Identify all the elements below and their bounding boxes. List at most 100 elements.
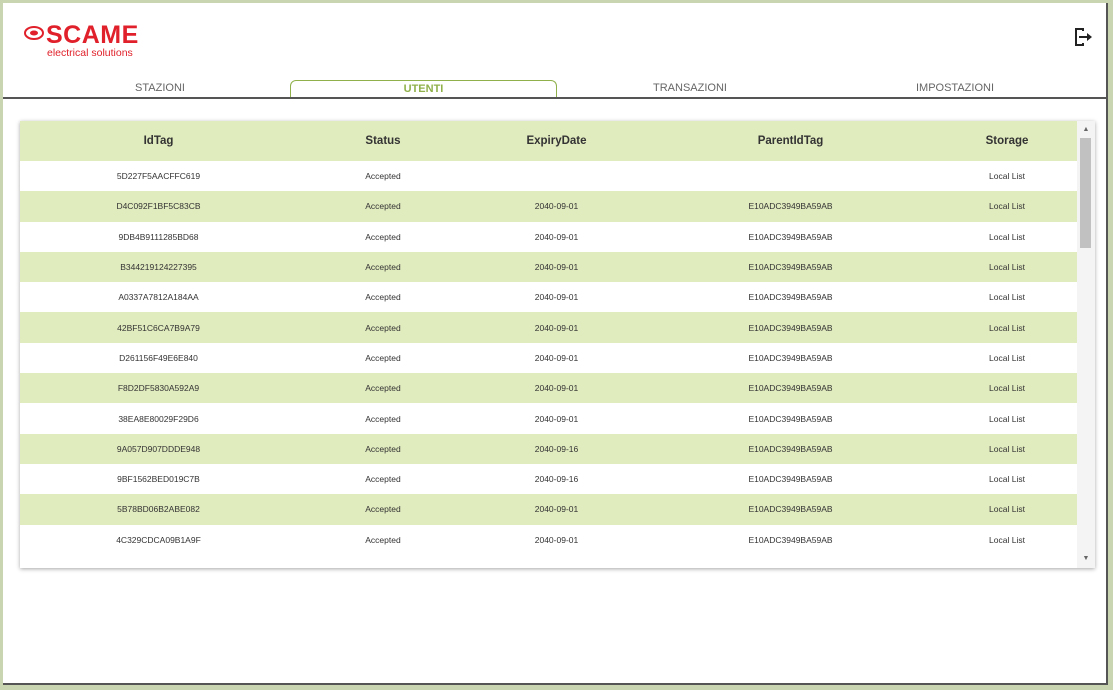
cell-expirydate: 2040-09-01 bbox=[469, 342, 644, 374]
table-row[interactable]: D4C092F1BF5C83CB Accepted 2040-09-01 E10ADC… bbox=[20, 191, 1077, 222]
brand-logo: SCAME electrical solutions bbox=[24, 21, 184, 59]
column-header-status[interactable]: Status bbox=[297, 121, 469, 161]
cell-parentidtag bbox=[644, 161, 937, 192]
cell-expirydate bbox=[469, 161, 644, 192]
cell-idtag: F8D2DF5830A592A9 bbox=[20, 373, 297, 404]
cell-storage: Local List bbox=[937, 282, 1077, 313]
cell-expirydate: 2040-09-01 bbox=[469, 403, 644, 434]
app-window: SCAME electrical solutions STAZIONI UTEN… bbox=[3, 3, 1108, 685]
cell-expirydate: 2040-09-01 bbox=[469, 251, 644, 283]
cell-idtag: B344219124227395 bbox=[20, 251, 297, 283]
cell-parentidtag: E10ADC3949BA59AB bbox=[644, 221, 937, 252]
users-table: IdTag Status ExpiryDate ParentIdTag Stor… bbox=[20, 121, 1077, 555]
cell-parentidtag: E10ADC3949BA59AB bbox=[644, 312, 937, 343]
tab-stazioni[interactable]: STAZIONI bbox=[60, 80, 260, 97]
cell-idtag: D4C092F1BF5C83CB bbox=[20, 191, 297, 222]
cell-parentidtag: E10ADC3949BA59AB bbox=[644, 191, 937, 222]
scroll-down-arrow-icon[interactable]: ▼ bbox=[1077, 552, 1095, 566]
tab-utenti[interactable]: UTENTI bbox=[290, 80, 557, 97]
cell-parentidtag: E10ADC3949BA59AB bbox=[644, 403, 937, 434]
users-table-card: IdTag Status ExpiryDate ParentIdTag Stor… bbox=[20, 121, 1095, 568]
cell-idtag: A0337A7812A184AA bbox=[20, 282, 297, 313]
logout-button[interactable] bbox=[1070, 25, 1094, 49]
cell-idtag: 9BF1562BED019C7B bbox=[20, 463, 297, 495]
cell-parentidtag: E10ADC3949BA59AB bbox=[644, 282, 937, 313]
cell-idtag: 5B78BD06B2ABE082 bbox=[20, 494, 297, 525]
column-header-storage[interactable]: Storage bbox=[937, 121, 1077, 161]
cell-status: Accepted bbox=[297, 251, 469, 283]
cell-expirydate: 2040-09-01 bbox=[469, 191, 644, 222]
table-row[interactable]: 5D227F5AACFFC619 Accepted Local List bbox=[20, 161, 1077, 192]
table-row[interactable]: A0337A7812A184AA Accepted 2040-09-01 E10ADC… bbox=[20, 282, 1077, 313]
table-header-row: IdTag Status ExpiryDate ParentIdTag Stor… bbox=[20, 121, 1077, 161]
column-header-expirydate[interactable]: ExpiryDate bbox=[469, 121, 644, 161]
cell-status: Accepted bbox=[297, 282, 469, 313]
cell-status: Accepted bbox=[297, 342, 469, 374]
scroll-up-arrow-icon[interactable]: ▲ bbox=[1077, 123, 1095, 137]
cell-storage: Local List bbox=[937, 403, 1077, 434]
column-header-parentidtag[interactable]: ParentIdTag bbox=[644, 121, 937, 161]
table-row[interactable]: 4C329CDCA09B1A9F Accepted 2040-09-01 E10ADC… bbox=[20, 524, 1077, 555]
cell-idtag: 5D227F5AACFFC619 bbox=[20, 161, 297, 192]
cell-parentidtag: E10ADC3949BA59AB bbox=[644, 463, 937, 495]
cell-parentidtag: E10ADC3949BA59AB bbox=[644, 433, 937, 464]
cell-status: Accepted bbox=[297, 312, 469, 343]
cell-status: Accepted bbox=[297, 221, 469, 252]
cell-status: Accepted bbox=[297, 524, 469, 555]
cell-storage: Local List bbox=[937, 191, 1077, 222]
brand-name: SCAME bbox=[46, 21, 139, 49]
cell-parentidtag: E10ADC3949BA59AB bbox=[644, 524, 937, 555]
cell-storage: Local List bbox=[937, 524, 1077, 555]
table-row[interactable]: 5B78BD06B2ABE082 Accepted 2040-09-01 E10ADC… bbox=[20, 494, 1077, 525]
cell-status: Accepted bbox=[297, 463, 469, 495]
scame-logo-mark-icon bbox=[24, 26, 44, 40]
scrollbar-thumb[interactable] bbox=[1080, 138, 1091, 248]
cell-idtag: 4C329CDCA09B1A9F bbox=[20, 524, 297, 555]
cell-status: Accepted bbox=[297, 373, 469, 404]
cell-idtag: 9A057D907DDDE948 bbox=[20, 433, 297, 464]
cell-expirydate: 2040-09-16 bbox=[469, 433, 644, 464]
cell-storage: Local List bbox=[937, 221, 1077, 252]
table-row[interactable]: 9DB4B9111285BD68 Accepted 2040-09-01 E10ADC… bbox=[20, 221, 1077, 252]
cell-status: Accepted bbox=[297, 494, 469, 525]
cell-expirydate: 2040-09-01 bbox=[469, 282, 644, 313]
cell-parentidtag: E10ADC3949BA59AB bbox=[644, 251, 937, 283]
cell-parentidtag: E10ADC3949BA59AB bbox=[644, 494, 937, 525]
column-header-idtag[interactable]: IdTag bbox=[20, 121, 297, 161]
brand-tagline: electrical solutions bbox=[47, 47, 133, 59]
tab-impostazioni[interactable]: IMPOSTAZIONI bbox=[855, 80, 1055, 97]
table-row[interactable]: F8D2DF5830A592A9 Accepted 2040-09-01 E10ADC… bbox=[20, 373, 1077, 404]
main-tabs: STAZIONI UTENTI TRANSAZIONI IMPOSTAZIONI bbox=[3, 80, 1106, 99]
cell-expirydate: 2040-09-01 bbox=[469, 494, 644, 525]
table-row[interactable]: B344219124227395 Accepted 2040-09-01 E10ADC… bbox=[20, 251, 1077, 283]
cell-parentidtag: E10ADC3949BA59AB bbox=[644, 373, 937, 404]
cell-expirydate: 2040-09-01 bbox=[469, 373, 644, 404]
cell-storage: Local List bbox=[937, 312, 1077, 343]
table-row[interactable]: 42BF51C6CA7B9A79 Accepted 2040-09-01 E10ADC… bbox=[20, 312, 1077, 343]
cell-expirydate: 2040-09-01 bbox=[469, 524, 644, 555]
logout-icon bbox=[1075, 28, 1092, 46]
table-row[interactable]: D261156F49E6E840 Accepted 2040-09-01 E10ADC… bbox=[20, 342, 1077, 374]
cell-idtag: D261156F49E6E840 bbox=[20, 342, 297, 374]
cell-expirydate: 2040-09-01 bbox=[469, 312, 644, 343]
cell-storage: Local List bbox=[937, 161, 1077, 192]
vertical-scrollbar[interactable]: ▲ ▼ bbox=[1077, 121, 1095, 568]
cell-status: Accepted bbox=[297, 403, 469, 434]
tab-transazioni[interactable]: TRANSAZIONI bbox=[590, 80, 790, 97]
cell-storage: Local List bbox=[937, 251, 1077, 283]
cell-storage: Local List bbox=[937, 494, 1077, 525]
table-row[interactable]: 9A057D907DDDE948 Accepted 2040-09-16 E10ADC… bbox=[20, 433, 1077, 464]
cell-parentidtag: E10ADC3949BA59AB bbox=[644, 342, 937, 374]
table-body: 5D227F5AACFFC619 Accepted Local List D4C092… bbox=[20, 161, 1077, 555]
table-row[interactable]: 38EA8E80029F29D6 Accepted 2040-09-01 E10ADC… bbox=[20, 403, 1077, 434]
cell-idtag: 38EA8E80029F29D6 bbox=[20, 403, 297, 434]
cell-idtag: 9DB4B9111285BD68 bbox=[20, 221, 297, 252]
cell-status: Accepted bbox=[297, 433, 469, 464]
table-row[interactable]: 9BF1562BED019C7B Accepted 2040-09-16 E10ADC… bbox=[20, 463, 1077, 495]
cell-status: Accepted bbox=[297, 161, 469, 192]
cell-expirydate: 2040-09-16 bbox=[469, 463, 644, 495]
cell-storage: Local List bbox=[937, 342, 1077, 374]
cell-storage: Local List bbox=[937, 463, 1077, 495]
cell-expirydate: 2040-09-01 bbox=[469, 221, 644, 252]
cell-status: Accepted bbox=[297, 191, 469, 222]
